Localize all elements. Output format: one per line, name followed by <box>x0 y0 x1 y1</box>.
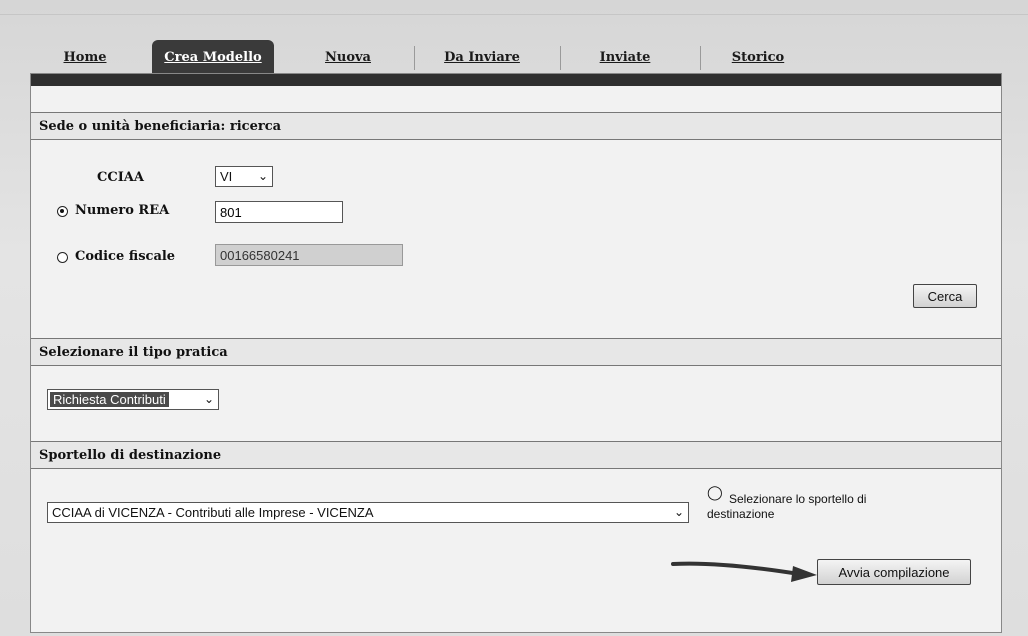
avvia-compilazione-button[interactable]: Avvia compilazione <box>817 559 971 585</box>
cciaa-label: CCIAA <box>97 170 144 185</box>
main-panel: Sede o unità beneficiaria: ricerca CCIAA… <box>30 73 1002 633</box>
cciaa-value: VI <box>220 169 233 184</box>
chevron-down-icon: ⌄ <box>257 169 268 183</box>
cerca-button[interactable]: Cerca <box>913 284 977 308</box>
tab-separator <box>560 46 561 70</box>
tab-crea-modello[interactable]: Crea Modello <box>152 40 274 74</box>
rea-radio[interactable] <box>57 206 68 217</box>
rea-label: Numero REA <box>75 203 170 218</box>
chevron-down-icon: ⌄ <box>673 505 684 519</box>
tab-separator <box>414 46 415 70</box>
tab-separator <box>700 46 701 70</box>
sportello-select[interactable]: CCIAA di VICENZA - Contributi alle Impre… <box>47 502 689 523</box>
hint-line-2: destinazione <box>707 507 775 521</box>
cciaa-select[interactable]: VI ⌄ <box>215 166 273 187</box>
codice-fiscale-label: Codice fiscale <box>75 249 176 264</box>
panel-top-bar <box>31 74 1001 86</box>
search-section-header: Sede o unità beneficiaria: ricerca <box>31 112 1001 140</box>
tab-home[interactable]: Home <box>50 40 120 74</box>
arrow-icon <box>671 561 817 582</box>
tab-da-inviare[interactable]: Da Inviare <box>432 40 532 74</box>
tab-bar: Home Crea Modello Nuova Da Inviare Invia… <box>40 40 820 74</box>
tab-nuova[interactable]: Nuova <box>308 40 388 74</box>
sportello-hint: Selezionare lo sportello di destinazione <box>707 492 866 522</box>
codice-fiscale-radio[interactable] <box>57 252 68 263</box>
tipo-pratica-value: Richiesta Contributi <box>50 392 169 407</box>
tab-storico[interactable]: Storico <box>710 40 806 74</box>
rea-input[interactable] <box>215 201 343 223</box>
tipo-pratica-select[interactable]: Richiesta Contributi ⌄ <box>47 389 219 410</box>
chevron-down-icon: ⌄ <box>203 392 214 406</box>
codice-fiscale-input[interactable] <box>215 244 403 266</box>
desk-section-header: Sportello di destinazione <box>31 441 1001 469</box>
hint-line-1: Selezionare lo sportello di <box>729 492 867 506</box>
tab-inviate[interactable]: Inviate <box>580 40 670 74</box>
type-section-header: Selezionare il tipo pratica <box>31 338 1001 366</box>
background-line <box>0 14 1028 15</box>
sportello-value: CCIAA di VICENZA - Contributi alle Impre… <box>52 505 374 520</box>
